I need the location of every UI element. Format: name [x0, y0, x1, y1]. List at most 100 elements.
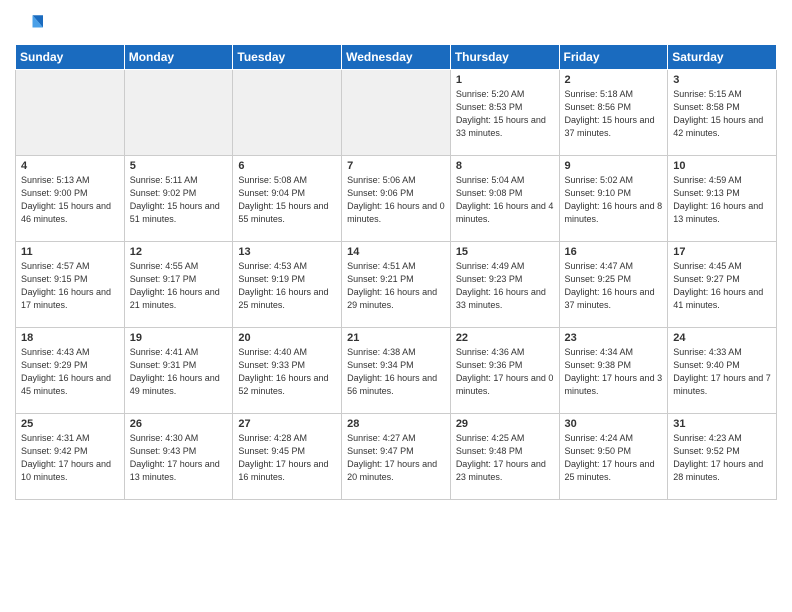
- calendar-table: SundayMondayTuesdayWednesdayThursdayFrid…: [15, 44, 777, 500]
- day-number: 22: [456, 332, 554, 344]
- day-number: 30: [565, 418, 663, 430]
- day-info: Sunrise: 5:06 AMSunset: 9:06 PMDaylight:…: [347, 174, 445, 226]
- day-number: 28: [347, 418, 445, 430]
- day-number: 5: [130, 160, 228, 172]
- logo: [15, 10, 47, 38]
- day-info: Sunrise: 4:51 AMSunset: 9:21 PMDaylight:…: [347, 260, 445, 312]
- calendar-cell: [124, 70, 233, 156]
- calendar-cell: 6 Sunrise: 5:08 AMSunset: 9:04 PMDaylight…: [233, 156, 342, 242]
- day-number: 20: [238, 332, 336, 344]
- weekday-header-monday: Monday: [124, 45, 233, 70]
- day-info: Sunrise: 5:02 AMSunset: 9:10 PMDaylight:…: [565, 174, 663, 226]
- calendar-cell: 16 Sunrise: 4:47 AMSunset: 9:25 PMDayligh…: [559, 242, 668, 328]
- weekday-header-saturday: Saturday: [668, 45, 777, 70]
- day-number: 18: [21, 332, 119, 344]
- day-info: Sunrise: 4:53 AMSunset: 9:19 PMDaylight:…: [238, 260, 336, 312]
- calendar-cell: 15 Sunrise: 4:49 AMSunset: 9:23 PMDayligh…: [450, 242, 559, 328]
- day-info: Sunrise: 4:28 AMSunset: 9:45 PMDaylight:…: [238, 432, 336, 484]
- day-info: Sunrise: 4:40 AMSunset: 9:33 PMDaylight:…: [238, 346, 336, 398]
- day-info: Sunrise: 5:15 AMSunset: 8:58 PMDaylight:…: [673, 88, 771, 140]
- day-number: 19: [130, 332, 228, 344]
- day-info: Sunrise: 4:30 AMSunset: 9:43 PMDaylight:…: [130, 432, 228, 484]
- day-info: Sunrise: 4:45 AMSunset: 9:27 PMDaylight:…: [673, 260, 771, 312]
- calendar-cell: 23 Sunrise: 4:34 AMSunset: 9:38 PMDayligh…: [559, 328, 668, 414]
- day-number: 24: [673, 332, 771, 344]
- day-info: Sunrise: 4:23 AMSunset: 9:52 PMDaylight:…: [673, 432, 771, 484]
- day-number: 11: [21, 246, 119, 258]
- day-number: 21: [347, 332, 445, 344]
- week-row-1: 4 Sunrise: 5:13 AMSunset: 9:00 PMDaylight…: [16, 156, 777, 242]
- calendar-cell: 27 Sunrise: 4:28 AMSunset: 9:45 PMDayligh…: [233, 414, 342, 500]
- calendar-cell: 1 Sunrise: 5:20 AMSunset: 8:53 PMDaylight…: [450, 70, 559, 156]
- calendar-cell: 8 Sunrise: 5:04 AMSunset: 9:08 PMDaylight…: [450, 156, 559, 242]
- day-number: 7: [347, 160, 445, 172]
- day-info: Sunrise: 4:57 AMSunset: 9:15 PMDaylight:…: [21, 260, 119, 312]
- weekday-header-friday: Friday: [559, 45, 668, 70]
- calendar-cell: 4 Sunrise: 5:13 AMSunset: 9:00 PMDaylight…: [16, 156, 125, 242]
- day-number: 29: [456, 418, 554, 430]
- week-row-2: 11 Sunrise: 4:57 AMSunset: 9:15 PMDayligh…: [16, 242, 777, 328]
- day-info: Sunrise: 4:49 AMSunset: 9:23 PMDaylight:…: [456, 260, 554, 312]
- day-info: Sunrise: 5:11 AMSunset: 9:02 PMDaylight:…: [130, 174, 228, 226]
- day-info: Sunrise: 4:27 AMSunset: 9:47 PMDaylight:…: [347, 432, 445, 484]
- weekday-header-row: SundayMondayTuesdayWednesdayThursdayFrid…: [16, 45, 777, 70]
- calendar-cell: 26Sunrise: 4:30 AMSunset: 9:43 PMDayligh…: [124, 414, 233, 500]
- calendar-cell: 24Sunrise: 4:33 AMSunset: 9:40 PMDayligh…: [668, 328, 777, 414]
- calendar-cell: 29Sunrise: 4:25 AMSunset: 9:48 PMDayligh…: [450, 414, 559, 500]
- day-number: 2: [565, 74, 663, 86]
- day-info: Sunrise: 4:55 AMSunset: 9:17 PMDaylight:…: [130, 260, 228, 312]
- calendar-cell: [342, 70, 451, 156]
- day-info: Sunrise: 4:47 AMSunset: 9:25 PMDaylight:…: [565, 260, 663, 312]
- day-number: 10: [673, 160, 771, 172]
- day-info: Sunrise: 4:34 AMSunset: 9:38 PMDaylight:…: [565, 346, 663, 398]
- week-row-3: 18 Sunrise: 4:43 AMSunset: 9:29 PMDayligh…: [16, 328, 777, 414]
- weekday-header-sunday: Sunday: [16, 45, 125, 70]
- day-info: Sunrise: 4:41 AMSunset: 9:31 PMDaylight:…: [130, 346, 228, 398]
- day-info: Sunrise: 5:18 AMSunset: 8:56 PMDaylight:…: [565, 88, 663, 140]
- header: [15, 10, 777, 38]
- calendar-cell: 28 Sunrise: 4:27 AMSunset: 9:47 PMDayligh…: [342, 414, 451, 500]
- day-info: Sunrise: 4:43 AMSunset: 9:29 PMDaylight:…: [21, 346, 119, 398]
- calendar-cell: 22 Sunrise: 4:36 AMSunset: 9:36 PMDayligh…: [450, 328, 559, 414]
- day-number: 27: [238, 418, 336, 430]
- day-number: 13: [238, 246, 336, 258]
- day-info: Sunrise: 5:13 AMSunset: 9:00 PMDaylight:…: [21, 174, 119, 226]
- calendar-cell: 19 Sunrise: 4:41 AMSunset: 9:31 PMDayligh…: [124, 328, 233, 414]
- day-number: 14: [347, 246, 445, 258]
- day-info: Sunrise: 5:04 AMSunset: 9:08 PMDaylight:…: [456, 174, 554, 226]
- day-number: 25: [21, 418, 119, 430]
- weekday-header-tuesday: Tuesday: [233, 45, 342, 70]
- day-info: Sunrise: 5:08 AMSunset: 9:04 PMDaylight:…: [238, 174, 336, 226]
- calendar-cell: 9 Sunrise: 5:02 AMSunset: 9:10 PMDaylight…: [559, 156, 668, 242]
- day-number: 6: [238, 160, 336, 172]
- day-number: 9: [565, 160, 663, 172]
- day-info: Sunrise: 4:31 AMSunset: 9:42 PMDaylight:…: [21, 432, 119, 484]
- calendar-cell: [233, 70, 342, 156]
- calendar-cell: 25 Sunrise: 4:31 AMSunset: 9:42 PMDayligh…: [16, 414, 125, 500]
- day-number: 17: [673, 246, 771, 258]
- day-number: 4: [21, 160, 119, 172]
- calendar-cell: 14 Sunrise: 4:51 AMSunset: 9:21 PMDayligh…: [342, 242, 451, 328]
- weekday-header-wednesday: Wednesday: [342, 45, 451, 70]
- logo-icon: [15, 10, 43, 38]
- weekday-header-thursday: Thursday: [450, 45, 559, 70]
- day-info: Sunrise: 4:36 AMSunset: 9:36 PMDaylight:…: [456, 346, 554, 398]
- calendar-cell: 21Sunrise: 4:38 AMSunset: 9:34 PMDayligh…: [342, 328, 451, 414]
- calendar-cell: 13 Sunrise: 4:53 AMSunset: 9:19 PMDayligh…: [233, 242, 342, 328]
- day-number: 31: [673, 418, 771, 430]
- day-number: 8: [456, 160, 554, 172]
- calendar-cell: 31 Sunrise: 4:23 AMSunset: 9:52 PMDayligh…: [668, 414, 777, 500]
- day-number: 15: [456, 246, 554, 258]
- day-number: 1: [456, 74, 554, 86]
- calendar-cell: 10 Sunrise: 4:59 AMSunset: 9:13 PMDayligh…: [668, 156, 777, 242]
- calendar-cell: 30 Sunrise: 4:24 AMSunset: 9:50 PMDayligh…: [559, 414, 668, 500]
- day-info: Sunrise: 4:59 AMSunset: 9:13 PMDaylight:…: [673, 174, 771, 226]
- day-number: 3: [673, 74, 771, 86]
- week-row-4: 25 Sunrise: 4:31 AMSunset: 9:42 PMDayligh…: [16, 414, 777, 500]
- day-number: 23: [565, 332, 663, 344]
- day-info: Sunrise: 5:20 AMSunset: 8:53 PMDaylight:…: [456, 88, 554, 140]
- day-number: 12: [130, 246, 228, 258]
- day-info: Sunrise: 4:24 AMSunset: 9:50 PMDaylight:…: [565, 432, 663, 484]
- day-number: 16: [565, 246, 663, 258]
- calendar-cell: 11 Sunrise: 4:57 AMSunset: 9:15 PMDayligh…: [16, 242, 125, 328]
